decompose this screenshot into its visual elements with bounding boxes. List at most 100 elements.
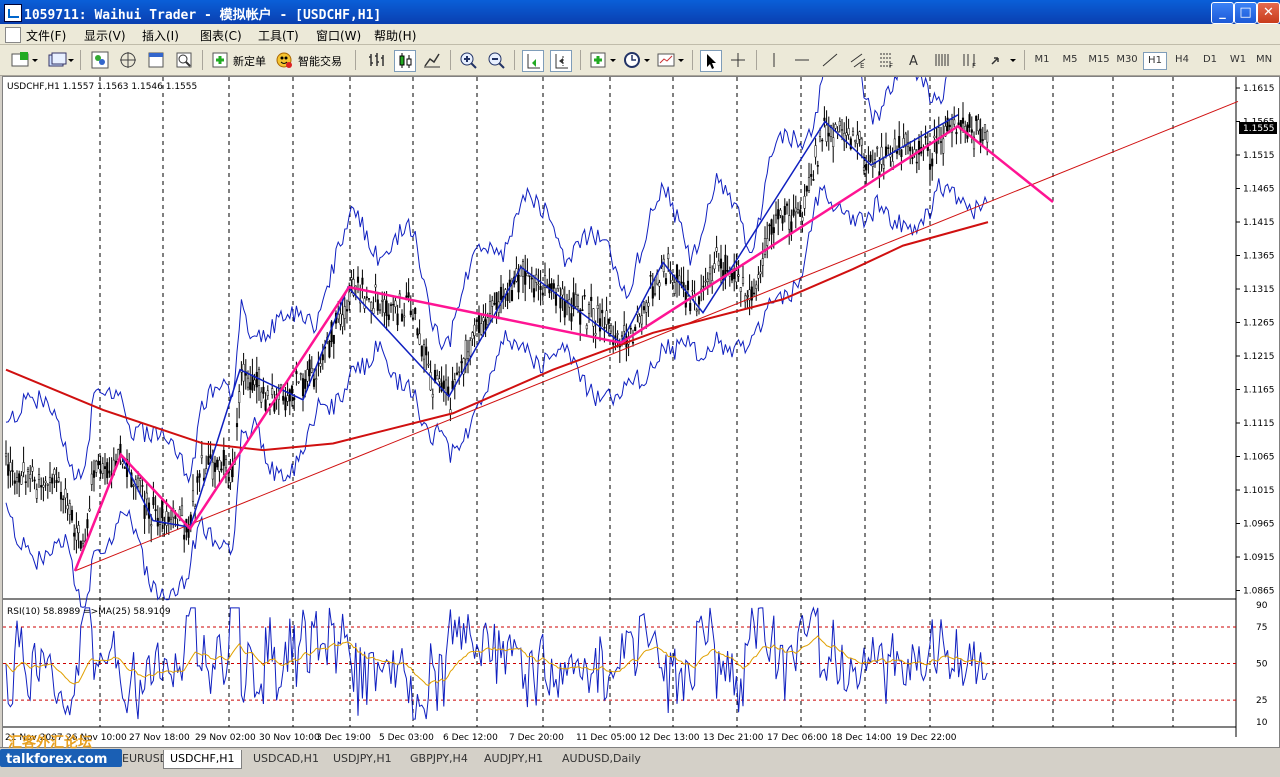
price-bar-body bbox=[103, 466, 107, 469]
price-bar-body bbox=[20, 475, 23, 485]
document-icon[interactable] bbox=[5, 27, 21, 43]
price-bar-body bbox=[587, 304, 591, 314]
horizontal-line-icon[interactable] bbox=[792, 50, 812, 70]
equidistant-channel-icon[interactable]: E bbox=[848, 50, 868, 70]
price-bar-body bbox=[869, 154, 872, 162]
close-button[interactable]: ✕ bbox=[1257, 2, 1280, 24]
price-bar-body bbox=[585, 325, 588, 330]
menu-help[interactable]: 帮助(H) bbox=[374, 27, 416, 44]
price-bar-body bbox=[187, 528, 190, 538]
time-tick-label: 6 Dec 12:00 bbox=[443, 733, 498, 743]
indicators-icon[interactable] bbox=[588, 50, 618, 70]
timeframe-h4[interactable]: H4 bbox=[1170, 52, 1194, 68]
vertical-line-icon[interactable] bbox=[764, 50, 784, 70]
price-bar-body bbox=[678, 275, 681, 282]
crosshair-icon[interactable] bbox=[728, 50, 748, 70]
price-bar-body bbox=[702, 285, 705, 288]
menu-window[interactable]: 窗口(W) bbox=[316, 27, 361, 44]
expert-advisor-button[interactable]: 智能交易 bbox=[298, 53, 342, 69]
price-bar-body bbox=[152, 496, 155, 506]
price-bar-body bbox=[526, 273, 529, 277]
tab-usdcad-h1[interactable]: USDCAD,H1 bbox=[247, 750, 325, 768]
timeframe-m5[interactable]: M5 bbox=[1058, 52, 1082, 68]
price-bar-body bbox=[11, 470, 14, 472]
price-bar-body bbox=[70, 509, 74, 521]
price-bar-body bbox=[409, 310, 412, 316]
price-bar-body bbox=[642, 306, 646, 311]
text-tool-icon[interactable]: A bbox=[904, 50, 924, 70]
price-bar-body bbox=[961, 117, 965, 124]
fibonacci-icon[interactable]: F bbox=[876, 50, 896, 70]
timeframe-m1[interactable]: M1 bbox=[1030, 52, 1054, 68]
price-bar-body bbox=[288, 389, 291, 402]
svg-text:E: E bbox=[860, 62, 864, 70]
price-bar-body bbox=[854, 140, 857, 143]
tab-gbpjpy-h4[interactable]: GBPJPY,H4 bbox=[404, 750, 474, 768]
timeframe-mn[interactable]: MN bbox=[1252, 52, 1276, 68]
tab-audusd-daily[interactable]: AUDUSD,Daily bbox=[556, 750, 647, 768]
price-bar-body bbox=[403, 315, 406, 318]
terminal-icon[interactable] bbox=[146, 50, 166, 70]
price-bar-body bbox=[213, 462, 217, 472]
market-watch-icon[interactable] bbox=[90, 50, 110, 70]
price-bar-body bbox=[634, 326, 637, 332]
gann-fan-icon[interactable] bbox=[932, 50, 952, 70]
periods-icon[interactable] bbox=[622, 50, 652, 70]
new-order-button[interactable]: 新定单 bbox=[233, 53, 266, 69]
price-bar-body bbox=[139, 478, 142, 481]
price-bar-body bbox=[442, 380, 445, 389]
templates-icon[interactable] bbox=[656, 50, 686, 70]
cursor-icon[interactable] bbox=[700, 50, 722, 72]
menu-file[interactable]: 文件(F) bbox=[26, 27, 66, 44]
timeframe-m30[interactable]: M30 bbox=[1114, 52, 1140, 68]
price-bar-body bbox=[719, 258, 723, 269]
price-bar-body bbox=[136, 477, 140, 487]
chart-shift-icon[interactable] bbox=[550, 50, 572, 72]
price-bar-body bbox=[766, 238, 769, 246]
zoom-out-icon[interactable] bbox=[486, 50, 506, 70]
timeframe-h1[interactable]: H1 bbox=[1143, 52, 1167, 70]
menu-tools[interactable]: 工具(T) bbox=[258, 27, 299, 44]
profiles-icon[interactable] bbox=[46, 50, 74, 70]
line-chart-icon[interactable] bbox=[422, 50, 442, 70]
menu-view[interactable]: 显示(V) bbox=[84, 27, 126, 44]
price-bar-body bbox=[150, 524, 153, 527]
tab-audjpy-h1[interactable]: AUDJPY,H1 bbox=[478, 750, 549, 768]
strategy-tester-icon[interactable] bbox=[174, 50, 194, 70]
arrows-icon[interactable] bbox=[988, 50, 1018, 70]
title-bar: 1059711: Waihui Trader - 模拟帐户 - [USDCHF,… bbox=[0, 0, 1280, 24]
chart-window[interactable]: 1.16151.15651.15151.14651.14151.13651.13… bbox=[2, 76, 1280, 748]
price-bar-body bbox=[22, 462, 25, 473]
bar-chart-icon[interactable] bbox=[366, 50, 386, 70]
price-bar-body bbox=[253, 379, 256, 386]
new-order-icon[interactable] bbox=[210, 50, 230, 70]
price-bar-body bbox=[15, 477, 19, 483]
minimize-button[interactable]: _ bbox=[1211, 2, 1234, 24]
timeframe-m15[interactable]: M15 bbox=[1086, 52, 1112, 68]
timeframe-w1[interactable]: W1 bbox=[1226, 52, 1250, 68]
price-bar-body bbox=[739, 287, 742, 292]
candlestick-icon[interactable] bbox=[394, 50, 416, 72]
price-bar-body bbox=[827, 132, 830, 137]
new-chart-icon[interactable] bbox=[10, 50, 38, 70]
tab-usdchf-h1[interactable]: USDCHF,H1 bbox=[163, 750, 242, 769]
fibo-time-icon[interactable]: F bbox=[960, 50, 980, 70]
navigator-icon[interactable] bbox=[118, 50, 138, 70]
price-bar-body bbox=[495, 292, 498, 311]
timeframe-d1[interactable]: D1 bbox=[1198, 52, 1222, 68]
price-chart[interactable]: 1.16151.15651.15151.14651.14151.13651.13… bbox=[3, 77, 1279, 747]
price-bar-body bbox=[178, 509, 181, 517]
price-tick-label: 1.1265 bbox=[1243, 319, 1275, 329]
maximize-button[interactable]: □ bbox=[1234, 2, 1257, 24]
menu-insert[interactable]: 插入(I) bbox=[142, 27, 179, 44]
menu-chart[interactable]: 图表(C) bbox=[200, 27, 242, 44]
expert-advisor-icon[interactable] bbox=[274, 50, 294, 70]
price-bar-body bbox=[706, 278, 709, 282]
price-bar-body bbox=[59, 491, 63, 500]
tab-usdjpy-h1[interactable]: USDJPY,H1 bbox=[327, 750, 398, 768]
svg-text:F: F bbox=[972, 62, 976, 70]
zoom-in-icon[interactable] bbox=[458, 50, 478, 70]
auto-scroll-icon[interactable] bbox=[522, 50, 544, 72]
rsi-tick-label: 25 bbox=[1256, 696, 1267, 706]
trendline-icon[interactable] bbox=[820, 50, 840, 70]
